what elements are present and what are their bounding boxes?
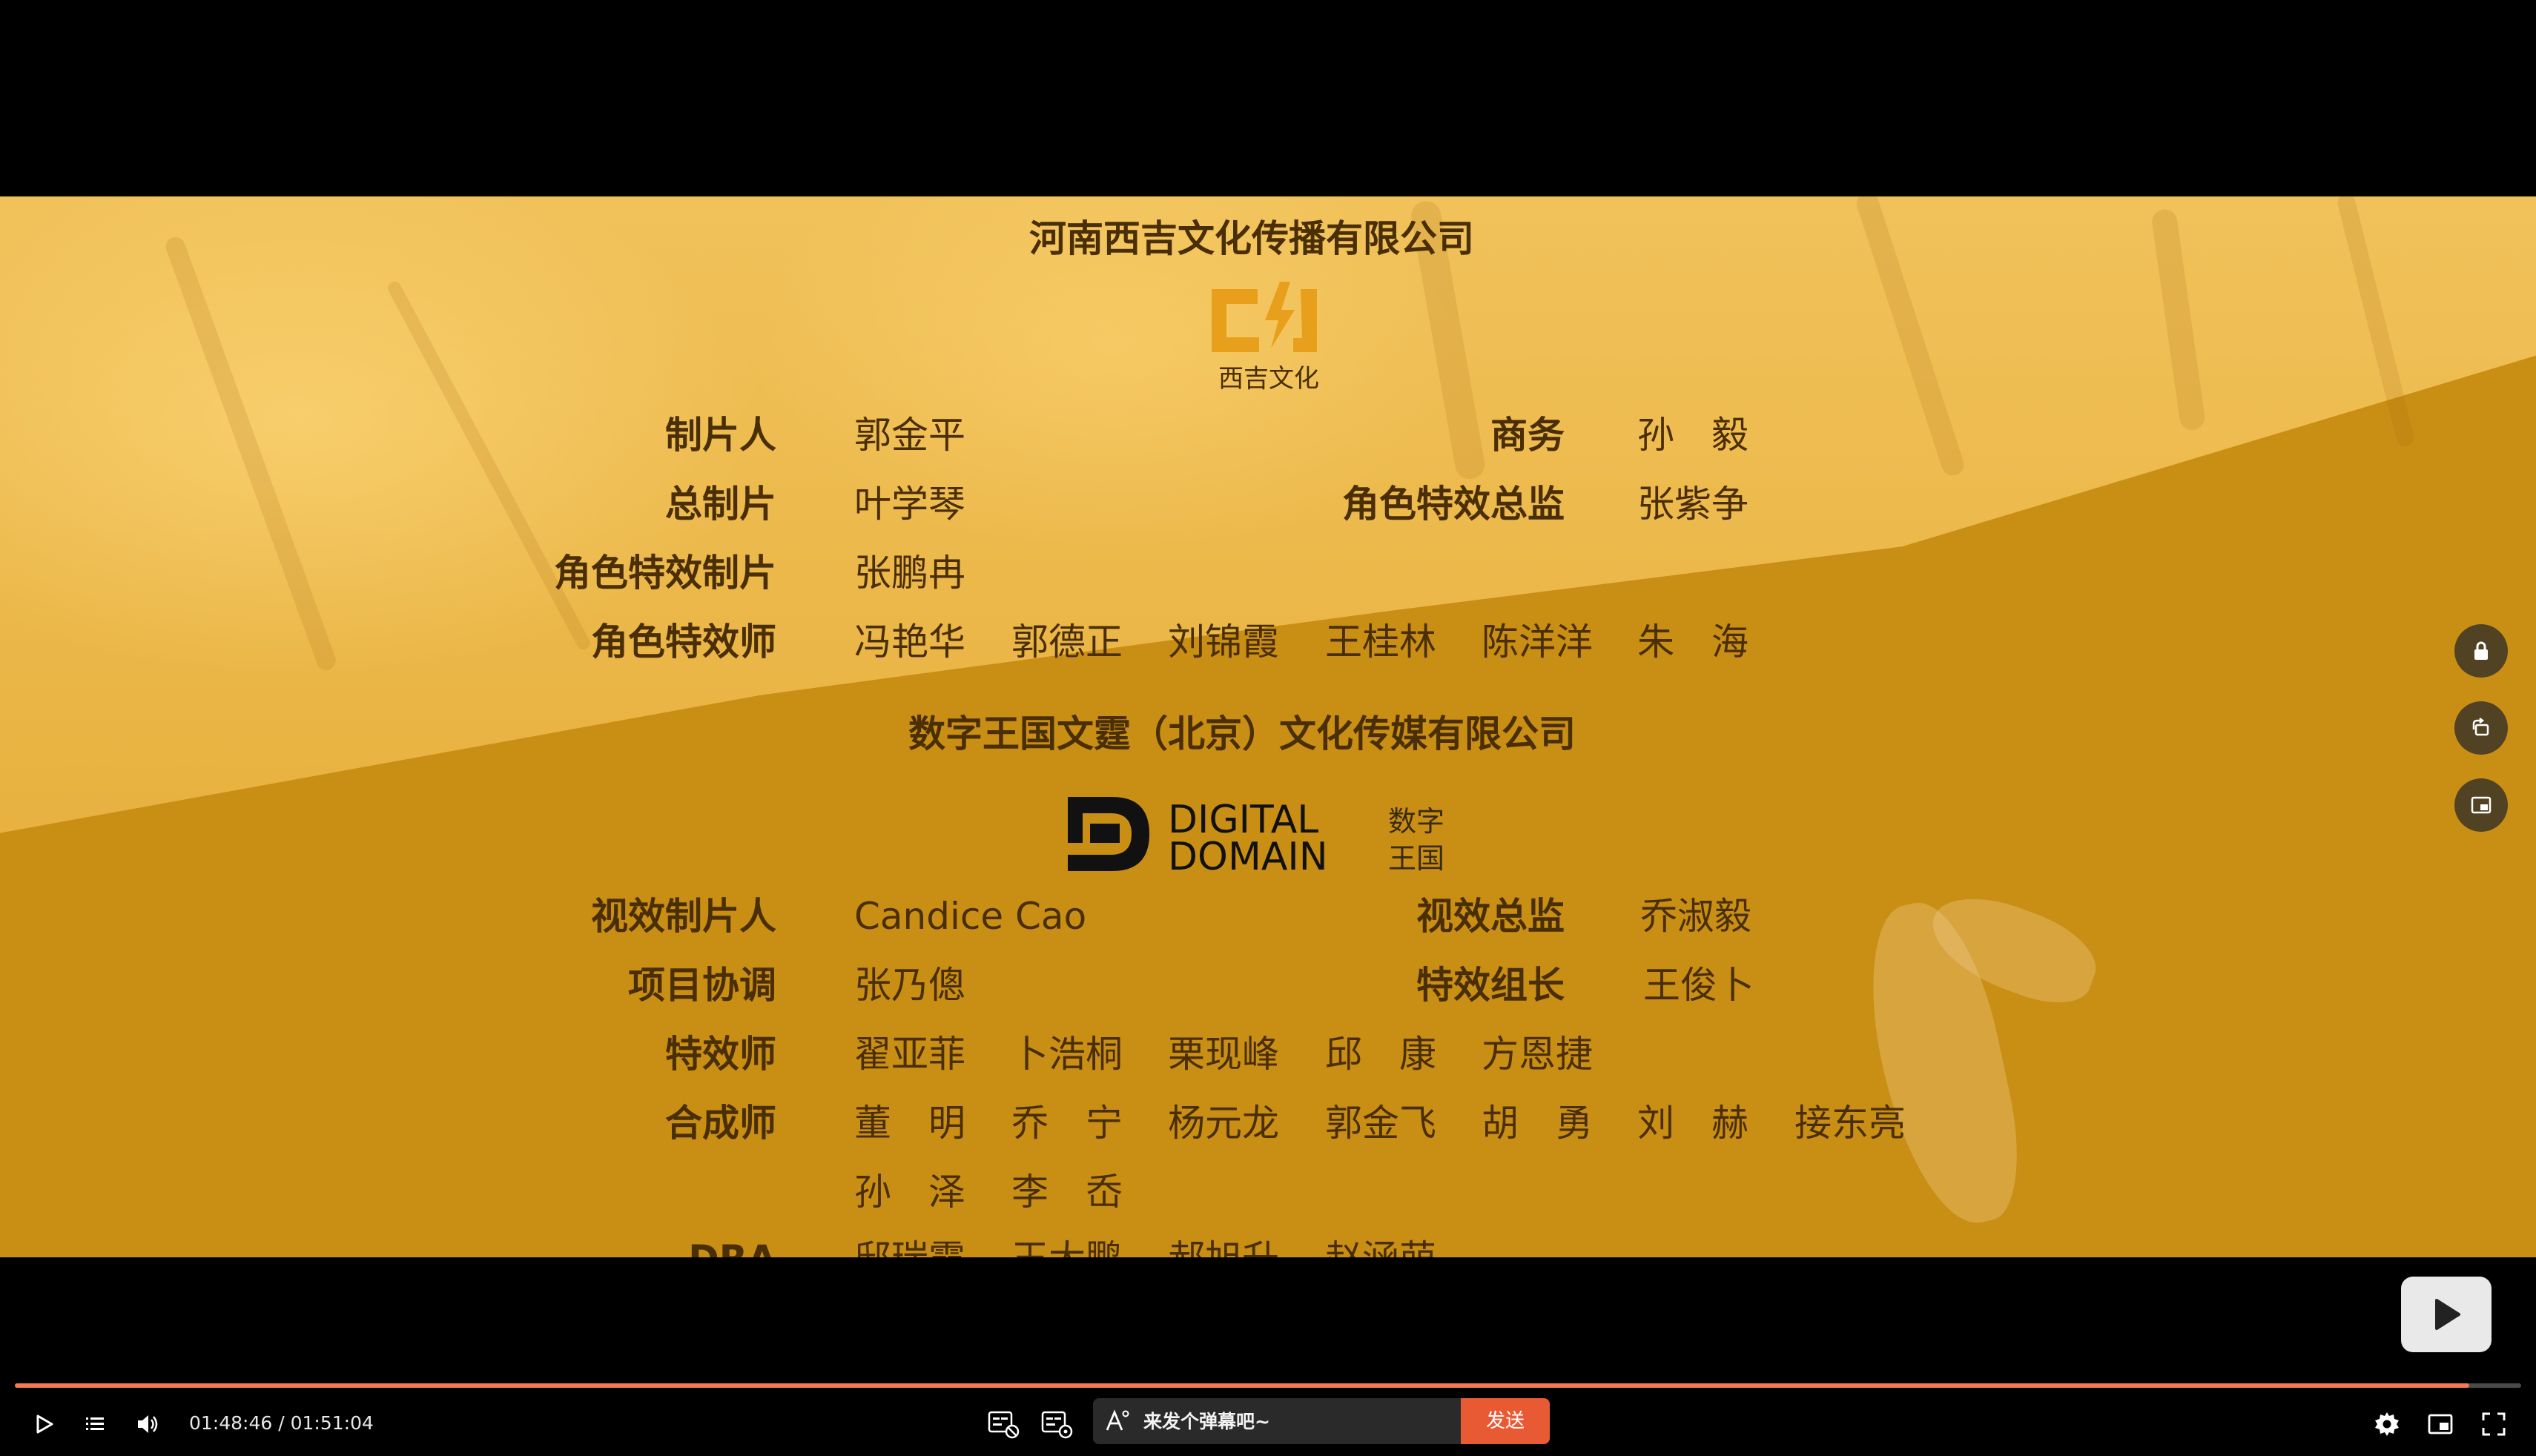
credit-name: 卜浩桐 (1011, 1033, 1123, 1076)
credit-role: 角色特效总监 (1342, 483, 1565, 526)
credit-role: 视效制片人 (591, 895, 776, 938)
credit-name: 孙 泽 (854, 1171, 965, 1214)
credit-role: 总制片 (665, 483, 776, 526)
credit-name: 栗现峰 (1168, 1033, 1279, 1076)
credit-name: 王俊卜 (1643, 964, 1754, 1007)
mini-player-button[interactable] (2422, 1406, 2459, 1443)
credit-name: 邸瑞霞 (854, 1240, 965, 1257)
credit-name: 赵涵萌 (1325, 1240, 1436, 1257)
credit-role: 合成师 (665, 1102, 776, 1145)
credit-name: 李 岙 (1011, 1171, 1123, 1214)
play-button[interactable] (27, 1407, 61, 1441)
company-title: 数字王国文霆（北京）文化传媒有限公司 (908, 712, 1576, 755)
credit-name: 张鹏冉 (854, 552, 965, 595)
lock-button[interactable] (2454, 624, 2508, 678)
credit-role: 特效师 (665, 1033, 776, 1076)
play-icon (2435, 1299, 2460, 1330)
danmaku-style-button[interactable] (1100, 1404, 1135, 1438)
lock-icon (2474, 641, 2488, 660)
volume-button[interactable] (131, 1407, 165, 1441)
danmaku-settings-icon (1041, 1411, 1073, 1439)
credit-name: 董 明 (854, 1102, 965, 1145)
credit-name: 冯艳华 (854, 621, 965, 664)
danmaku-input-box (1093, 1398, 1461, 1444)
video-frame[interactable]: 河南西吉文化传播有限公司 西吉文化 制片人 郭金平 商务 孙 毅 总制片 叶学琴… (0, 196, 2536, 1257)
playlist-icon (86, 1417, 104, 1430)
big-play-button[interactable] (2401, 1277, 2492, 1352)
credit-role: 特效组长 (1416, 964, 1565, 1007)
send-danmaku-button[interactable]: 发送 (1461, 1398, 1550, 1444)
credit-name: 乔淑毅 (1640, 895, 1751, 938)
credit-name: 方恩捷 (1482, 1033, 1593, 1076)
credit-name: 郭金平 (854, 414, 965, 457)
xiji-culture-logo: 西吉文化 (1212, 282, 1319, 394)
danmaku-toggle-button[interactable] (985, 1406, 1022, 1443)
credit-role: 商务 (1490, 414, 1565, 457)
credit-name: 郝旭升 (1168, 1240, 1279, 1257)
digital-domain-logo: DIGITAL DOMAIN 数字 王国 (1068, 797, 1444, 878)
settings-button[interactable] (2368, 1406, 2405, 1443)
dd-logo-cn2: 王国 (1388, 842, 1444, 875)
company-title: 河南西吉文化传播有限公司 (1029, 217, 1474, 260)
dd-logo-cn1: 数字 (1388, 805, 1444, 838)
credit-name: 乔 宁 (1011, 1102, 1123, 1145)
credit-name: 张紫争 (1637, 483, 1749, 526)
credit-name: 朱 海 (1637, 621, 1749, 664)
credit-name: 王桂林 (1325, 621, 1436, 664)
credit-name: 王大鹏 (1011, 1240, 1123, 1257)
progress-fill (15, 1383, 2470, 1388)
volume-icon (138, 1415, 158, 1433)
credit-role: 角色特效制片 (554, 552, 776, 595)
credit-name: 邱 康 (1325, 1033, 1436, 1076)
play-icon (36, 1414, 53, 1434)
progress-bar[interactable] (15, 1383, 2521, 1388)
picture-in-picture-icon (2471, 796, 2492, 814)
credit-name: 叶学琴 (854, 483, 965, 526)
credit-name: 翟亚菲 (854, 1033, 965, 1076)
credit-role: DRA (688, 1240, 776, 1257)
danmaku-input[interactable] (1143, 1398, 1440, 1444)
settings-icon (2375, 1412, 2399, 1436)
credit-role: 项目协调 (628, 964, 776, 1007)
credit-name: 郭德正 (1011, 621, 1123, 664)
fullscreen-icon (2482, 1412, 2506, 1436)
xiji-logo-text: 西吉文化 (1218, 364, 1319, 394)
rotate-button[interactable] (2454, 701, 2508, 755)
picture-in-picture-button[interactable] (2454, 778, 2508, 832)
dd-logo-line2: DOMAIN (1168, 835, 1328, 878)
danmaku-settings-button[interactable] (1038, 1406, 1075, 1443)
credits-overlay: 河南西吉文化传播有限公司 西吉文化 制片人 郭金平 商务 孙 毅 总制片 叶学琴… (0, 196, 2536, 1257)
time-display: 01:48:46 / 01:51:04 (189, 1412, 374, 1434)
credit-role: 制片人 (665, 414, 776, 457)
credit-name: 接东亮 (1794, 1102, 1906, 1145)
credit-name: 刘 赫 (1637, 1102, 1749, 1145)
danmaku-toggle-icon (988, 1411, 1020, 1439)
credit-role: 角色特效师 (591, 621, 776, 664)
rotate-icon (2472, 718, 2489, 736)
credit-name: 刘锦霞 (1168, 621, 1279, 664)
mini-player-icon (2428, 1414, 2453, 1435)
credit-name: 杨元龙 (1168, 1102, 1279, 1145)
credit-name: 陈洋洋 (1482, 621, 1593, 664)
credit-name: Candice Cao (854, 895, 1087, 938)
fullscreen-button[interactable] (2475, 1406, 2512, 1443)
playlist-button[interactable] (78, 1407, 112, 1441)
credit-name: 孙 毅 (1637, 414, 1749, 457)
credit-name: 胡 勇 (1482, 1102, 1593, 1145)
danmaku-style-icon (1106, 1409, 1129, 1431)
credit-name: 郭金飞 (1325, 1102, 1436, 1145)
credit-role: 视效总监 (1416, 895, 1565, 938)
credit-name: 张乃傯 (854, 964, 965, 1007)
